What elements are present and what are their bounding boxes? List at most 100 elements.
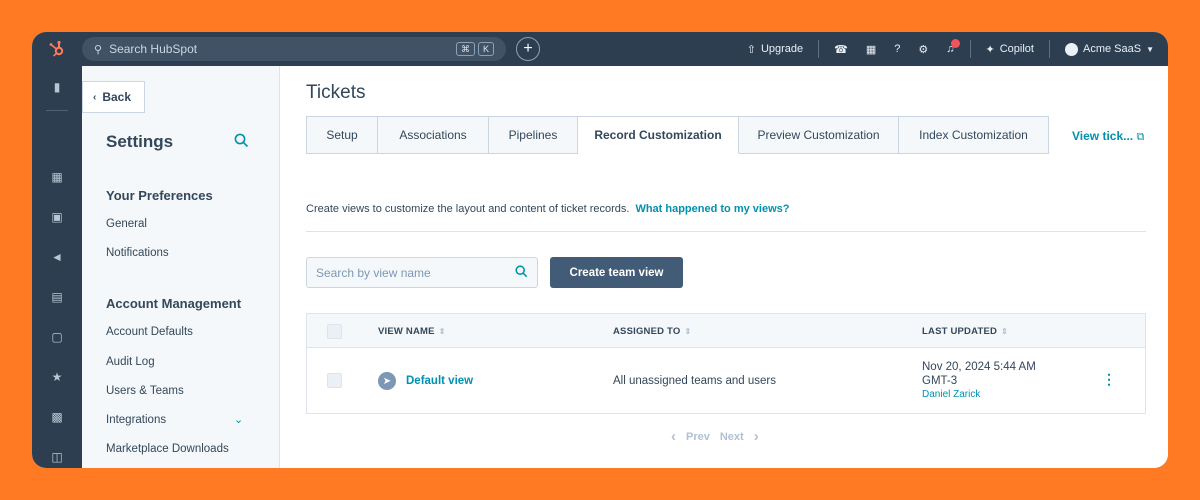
back-label: Back xyxy=(102,90,132,104)
tab-setup[interactable]: Setup xyxy=(306,116,378,154)
row-actions-kebab-icon[interactable]: ⋮ xyxy=(1102,371,1116,388)
select-all-checkbox[interactable] xyxy=(327,324,342,339)
sort-icon: ⇕ xyxy=(438,327,446,336)
upgrade-label: Upgrade xyxy=(760,43,804,55)
calling-icon[interactable]: ☎ xyxy=(825,43,857,56)
search-icon: ⚲ xyxy=(94,43,103,56)
chevron-right-icon[interactable]: › xyxy=(754,428,759,445)
divider xyxy=(969,40,971,58)
external-link-icon: ⧉ xyxy=(1136,131,1145,143)
column-header-assigned-to[interactable]: ASSIGNED TO ⇕ xyxy=(613,326,691,337)
marketing-icon[interactable]: ◄ xyxy=(50,250,64,264)
description-text: Create views to customize the layout and… xyxy=(306,203,630,215)
help-icon[interactable]: ? xyxy=(885,43,909,55)
keyboard-shortcut-hint: ⌘ K xyxy=(455,42,494,56)
copilot-label: Copilot xyxy=(999,43,1034,55)
settings-gear-icon[interactable]: ⚙ xyxy=(909,43,937,56)
sidebar-item-users-teams[interactable]: Users & Teams xyxy=(106,385,184,397)
next-button[interactable]: Next xyxy=(720,431,744,443)
divider xyxy=(46,110,68,111)
description: Create views to customize the layout and… xyxy=(306,203,789,215)
create-team-view-button[interactable]: Create team view xyxy=(550,257,683,288)
sidebar-item-marketplace-downloads[interactable]: Marketplace Downloads xyxy=(106,443,229,455)
global-search-input[interactable]: ⚲ Search HubSpot ⌘ K xyxy=(82,37,506,61)
global-search-placeholder: Search HubSpot xyxy=(109,42,198,56)
chevron-down-icon[interactable]: ⌄ xyxy=(234,413,243,426)
help-link[interactable]: What happened to my views? xyxy=(635,203,789,215)
pin-icon: ➤ xyxy=(378,372,396,390)
plus-icon: + xyxy=(523,40,533,57)
contacts-icon[interactable]: ▣ xyxy=(50,210,64,224)
table-row: ➤ Default view All unassigned teams and … xyxy=(307,348,1145,414)
view-tickets-label: View tick... xyxy=(1072,129,1134,143)
caret-down-icon: ▼ xyxy=(1146,44,1154,54)
create-new-button[interactable]: + xyxy=(516,37,540,61)
section-heading-account-management: Account Management xyxy=(106,296,242,311)
kbd-key-k: K xyxy=(477,42,494,56)
tab-pipelines[interactable]: Pipelines xyxy=(489,116,578,154)
marketplace-icon[interactable]: ▦ xyxy=(857,43,885,56)
sidebar-item-general[interactable]: General xyxy=(106,218,147,230)
hubspot-logo-icon[interactable] xyxy=(32,32,82,66)
settings-sidebar: ‹ Back Settings Your Preferences General… xyxy=(82,66,280,468)
divider xyxy=(1048,40,1050,58)
settings-tabs: Setup Associations Pipelines Record Cust… xyxy=(306,116,1049,154)
assigned-to-cell: All unassigned teams and users xyxy=(613,375,777,387)
icon-rail: ▮ ▦ ▣ ◄ ▤ ▢ ★ ▩ ◫ xyxy=(32,66,82,468)
upgrade-button[interactable]: ⇧ Upgrade xyxy=(738,43,812,56)
settings-search-icon[interactable] xyxy=(234,133,249,153)
sidebar-item-audit-log[interactable]: Audit Log xyxy=(106,356,155,368)
sidebar-item-notifications[interactable]: Notifications xyxy=(106,247,169,259)
column-label: ASSIGNED TO xyxy=(613,326,681,337)
kbd-key-cmd: ⌘ xyxy=(455,42,475,56)
sidebar-item-account-defaults[interactable]: Account Defaults xyxy=(106,326,193,338)
view-search-placeholder: Search by view name xyxy=(316,265,431,280)
copilot-button[interactable]: ✦ Copilot xyxy=(977,43,1043,56)
view-tickets-link[interactable]: View tick... ⧉ xyxy=(1072,129,1144,144)
view-name-link[interactable]: Default view xyxy=(406,375,473,387)
page-title: Tickets xyxy=(306,82,366,103)
sparkle-icon: ✦ xyxy=(985,43,995,56)
top-nav-actions: ⇧ Upgrade ☎ ▦ ? ⚙ ♫ ✦ Copilot Acme SaaS … xyxy=(738,32,1168,66)
workspaces-icon[interactable]: ▦ xyxy=(50,170,64,184)
upgrade-icon: ⇧ xyxy=(746,43,756,56)
data-management-icon[interactable]: ◫ xyxy=(50,450,64,464)
table-header: VIEW NAME ⇕ ASSIGNED TO ⇕ LAST UPDATED ⇕ xyxy=(307,314,1145,348)
column-header-last-updated[interactable]: LAST UPDATED ⇕ xyxy=(922,326,1008,337)
bookmark-icon[interactable]: ▮ xyxy=(50,80,64,94)
sort-icon: ⇕ xyxy=(1001,327,1008,336)
content-icon[interactable]: ▤ xyxy=(50,290,64,304)
last-updated-cell: Nov 20, 2024 5:44 AM GMT-3 Daniel Zarick xyxy=(922,360,1036,402)
chevron-left-icon: ‹ xyxy=(93,91,97,103)
views-table: VIEW NAME ⇕ ASSIGNED TO ⇕ LAST UPDATED ⇕ ➤ … xyxy=(306,313,1146,414)
column-header-view-name[interactable]: VIEW NAME ⇕ xyxy=(378,326,446,337)
tab-preview-customization[interactable]: Preview Customization xyxy=(739,116,899,154)
updated-timezone: GMT-3 xyxy=(922,375,958,387)
section-heading-preferences: Your Preferences xyxy=(106,188,213,203)
avatar xyxy=(1064,42,1078,56)
prev-button[interactable]: Prev xyxy=(686,431,710,443)
divider xyxy=(818,40,820,58)
tab-index-customization[interactable]: Index Customization xyxy=(899,116,1049,154)
account-menu[interactable]: Acme SaaS ▼ xyxy=(1056,42,1168,56)
automation-icon[interactable]: ★ xyxy=(50,370,64,384)
back-button[interactable]: ‹ Back xyxy=(82,81,145,113)
main-content: Tickets Setup Associations Pipelines Rec… xyxy=(281,66,1168,468)
notification-badge xyxy=(950,39,960,48)
app-window: ⚲ Search HubSpot ⌘ K + ⇧ Upgrade ☎ ▦ ? ⚙… xyxy=(32,32,1168,468)
updated-date: Nov 20, 2024 5:44 AM xyxy=(922,361,1036,373)
sidebar-item-integrations[interactable]: Integrations xyxy=(106,414,166,426)
column-label: VIEW NAME xyxy=(378,326,435,337)
row-checkbox[interactable] xyxy=(327,373,342,388)
view-search-input[interactable]: Search by view name xyxy=(306,257,538,288)
column-label: LAST UPDATED xyxy=(922,326,998,337)
reporting-icon[interactable]: ▩ xyxy=(50,410,64,424)
divider xyxy=(306,231,1146,232)
tab-associations[interactable]: Associations xyxy=(378,116,489,154)
tab-record-customization[interactable]: Record Customization xyxy=(578,116,739,154)
notifications-bell-icon[interactable]: ♫ xyxy=(937,39,963,55)
commerce-icon[interactable]: ▢ xyxy=(50,330,64,344)
chevron-left-icon[interactable]: ‹ xyxy=(671,428,676,445)
updated-by-link[interactable]: Daniel Zarick xyxy=(922,388,1036,402)
top-nav-bar: ⚲ Search HubSpot ⌘ K + ⇧ Upgrade ☎ ▦ ? ⚙… xyxy=(32,32,1168,66)
